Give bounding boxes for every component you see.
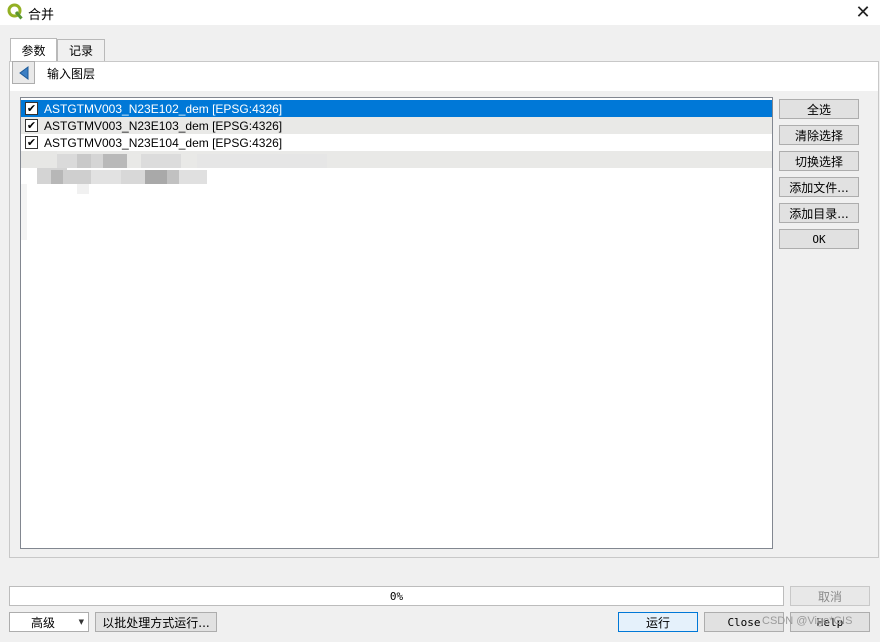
button-label: Close — [727, 615, 761, 629]
dropdown-label: 高级 — [30, 615, 55, 630]
layer-list[interactable]: ✔ ASTGTMV003_N23E102_dem [EPSG:4326] ✔ A… — [20, 97, 773, 549]
progress-text: 0% — [389, 589, 404, 603]
back-button[interactable] — [12, 61, 35, 84]
cancel-button[interactable]: 取消 — [790, 586, 870, 606]
run-button[interactable]: 运行 — [618, 612, 698, 632]
add-directory-button[interactable]: 添加目录... — [779, 203, 859, 223]
ok-button[interactable]: OK — [779, 229, 859, 249]
button-label: 添加文件... — [789, 180, 849, 195]
close-icon: ✕ — [855, 2, 871, 23]
button-label: 全选 — [806, 102, 831, 117]
close-window-button[interactable]: ✕ — [840, 0, 886, 25]
layer-label: ASTGTMV003_N23E102_dem [EPSG:4326] — [44, 101, 283, 116]
select-all-button[interactable]: 全选 — [779, 99, 859, 119]
list-item-blank — [21, 151, 772, 168]
watermark: CSDN @Vigo*GIS — [762, 615, 853, 627]
layer-label: ASTGTMV003_N23E104_dem [EPSG:4326] — [44, 135, 283, 150]
toggle-selection-button[interactable]: 切换选择 — [779, 151, 859, 171]
button-label: 运行 — [645, 615, 670, 630]
check-icon: ✔ — [26, 136, 37, 149]
button-label: 清除选择 — [794, 128, 843, 143]
title-bar: 合并 ✕ — [0, 0, 886, 25]
checkbox[interactable]: ✔ — [25, 136, 38, 149]
back-arrow-icon — [18, 65, 28, 80]
layer-label: ASTGTMV003_N23E103_dem [EPSG:4326] — [44, 118, 283, 133]
button-label: 切换选择 — [794, 154, 843, 169]
checkbox[interactable]: ✔ — [25, 102, 38, 115]
panel-header — [10, 62, 878, 91]
batch-run-button[interactable]: 以批处理方式运行... — [95, 612, 217, 632]
progress-bar: 0% — [9, 586, 784, 606]
window-title: 合并 — [28, 8, 55, 23]
check-icon: ✔ — [26, 119, 37, 132]
tab-label: 参数 — [21, 44, 46, 58]
check-icon: ✔ — [26, 102, 37, 115]
button-label: 添加目录... — [789, 206, 849, 221]
button-label: 取消 — [817, 589, 842, 604]
list-item[interactable]: ✔ ASTGTMV003_N23E104_dem [EPSG:4326] — [21, 134, 772, 151]
add-files-button[interactable]: 添加文件... — [779, 177, 859, 197]
checkbox[interactable]: ✔ — [25, 119, 38, 132]
advanced-dropdown[interactable]: 高级 ▼ — [9, 612, 89, 632]
tab-parameters[interactable]: 参数 — [10, 38, 57, 62]
qgis-logo-icon — [7, 3, 23, 20]
tab-log[interactable]: 记录 — [57, 39, 105, 61]
list-item[interactable]: ✔ ASTGTMV003_N23E102_dem [EPSG:4326] — [21, 100, 772, 117]
list-item[interactable]: ✔ ASTGTMV003_N23E103_dem [EPSG:4326] — [21, 117, 772, 134]
clear-selection-button[interactable]: 清除选择 — [779, 125, 859, 145]
dropdown-arrow-icon: ▼ — [78, 618, 84, 626]
button-label: OK — [812, 232, 826, 246]
button-label: 以批处理方式运行... — [102, 615, 210, 630]
window-edge — [880, 25, 886, 642]
tab-label: 记录 — [68, 44, 93, 58]
panel-title: 输入图层 — [47, 67, 96, 81]
